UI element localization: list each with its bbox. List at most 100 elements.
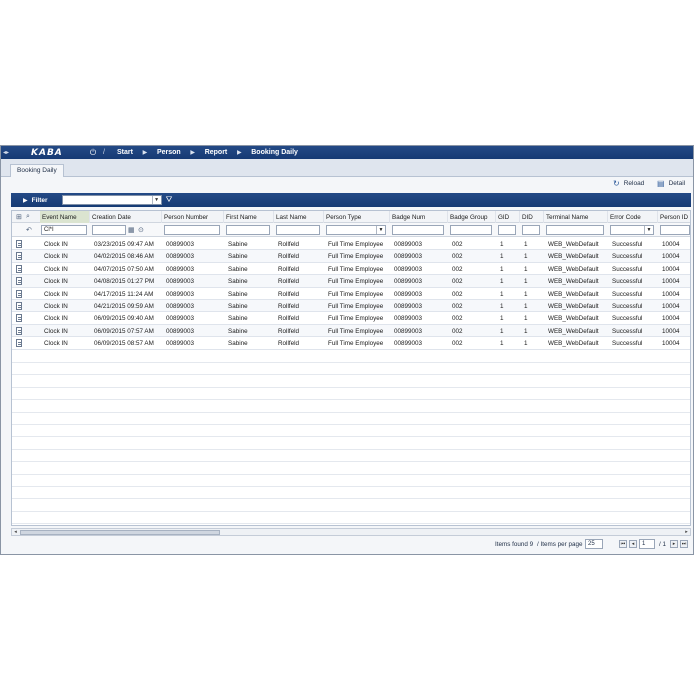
page-input[interactable]: 1 <box>639 539 655 549</box>
person-id-filter-input[interactable] <box>660 225 690 235</box>
cell-last-name: Rollfeld <box>278 302 299 310</box>
breadcrumb-person[interactable]: Person <box>149 149 189 156</box>
cell-error-code: Successful <box>612 241 643 248</box>
table-row[interactable]: Clock IN 04/08/2015 01:27 PM 00899003 Sabin… <box>12 275 690 288</box>
collapse-icon[interactable]: ◂▸ <box>1 149 9 156</box>
col-creation-date[interactable]: Creation Date <box>90 211 162 223</box>
creation-date-filter-input[interactable] <box>92 225 126 235</box>
table-row[interactable]: Clock IN 03/23/2015 09:47 AM 00899003 Sabin… <box>12 238 690 251</box>
column-chooser-icon[interactable]: ⊞ <box>16 213 22 221</box>
col-person-number[interactable]: Person Number <box>162 211 224 223</box>
scroll-right-icon[interactable]: ▸ <box>683 529 690 535</box>
document-icon[interactable] <box>16 264 22 273</box>
col-terminal-name[interactable]: Terminal Name <box>544 211 608 223</box>
person-type-filter-select[interactable]: ▼ <box>326 225 386 235</box>
document-icon[interactable] <box>16 301 22 310</box>
horizontal-scrollbar[interactable]: ◂ ▸ <box>11 528 691 536</box>
document-icon[interactable] <box>16 326 22 335</box>
breadcrumb-report[interactable]: Report <box>197 149 236 156</box>
reload-button[interactable]: ↻ Reload <box>613 179 644 188</box>
chevron-down-icon[interactable]: ▼ <box>151 196 161 204</box>
document-icon[interactable] <box>16 289 22 298</box>
cell-last-name: Rollfeld <box>278 265 299 273</box>
calendar-icon[interactable]: ▦ <box>128 226 135 234</box>
document-icon[interactable] <box>16 339 22 348</box>
col-gid[interactable]: GID <box>496 211 520 223</box>
table-row[interactable]: Clock IN 06/09/2015 07:57 AM 00899003 Sabin… <box>12 324 690 338</box>
cell-gid: 1 <box>500 290 504 298</box>
items-per-page-input[interactable]: 25 <box>585 539 603 549</box>
document-icon[interactable] <box>16 252 22 261</box>
did-filter-input[interactable] <box>522 225 540 235</box>
document-icon[interactable] <box>16 314 22 323</box>
person-number-filter-input[interactable] <box>164 225 220 235</box>
table-row[interactable]: Clock IN 04/17/2015 11:24 AM 00899003 Sabin… <box>12 288 690 300</box>
cell-event-name: Clock IN <box>44 253 68 261</box>
table-row[interactable]: Clock IN 06/09/2015 08:57 AM 00899003 Sabin… <box>12 337 690 350</box>
cell-badge-num: 00899003 <box>394 241 423 248</box>
event-name-filter-input[interactable]: Cl*I <box>41 225 87 235</box>
badge-num-filter-input[interactable] <box>392 225 444 235</box>
cell-gid: 1 <box>500 265 504 273</box>
prev-page-icon[interactable]: ◂ <box>629 540 637 548</box>
grid-filter-row: ↶ Cl*I ▦ ⊙ ▼ ▼ <box>12 223 690 237</box>
first-name-filter-input[interactable] <box>226 225 270 235</box>
document-icon[interactable] <box>16 277 22 286</box>
cell-event-name: Clock IN <box>44 315 68 323</box>
items-per-page-label: / Items per page <box>537 541 583 548</box>
total-pages: / 1 <box>659 540 667 548</box>
cell-person-type: Full Time Employee <box>328 265 384 273</box>
empty-row-line <box>12 411 690 413</box>
expand-filter-icon[interactable]: ▶ <box>23 197 28 204</box>
last-page-icon[interactable]: ⏭ <box>680 540 689 548</box>
tab-booking-daily[interactable]: Booking Daily <box>10 164 64 177</box>
cell-first-name: Sabine <box>228 265 248 273</box>
table-row[interactable]: Clock IN 04/07/2015 07:50 AM 00899003 Sabin… <box>12 263 690 276</box>
detail-button[interactable]: ▤ Detail <box>657 179 685 188</box>
reset-filter-icon[interactable]: ↶ <box>26 226 32 234</box>
cell-did: 1 <box>524 302 528 310</box>
next-page-icon[interactable]: ▸ <box>670 540 679 548</box>
col-badge-group[interactable]: Badge Group <box>448 211 496 223</box>
col-person-id[interactable]: Person ID <box>658 211 690 223</box>
cell-first-name: Sabine <box>228 327 248 335</box>
cell-badge-num: 00899003 <box>394 265 423 273</box>
filter-label[interactable]: Filter <box>32 197 62 204</box>
date-operator-icon[interactable]: ⊙ <box>138 226 144 234</box>
col-person-type[interactable]: Person Type <box>324 211 390 223</box>
document-icon[interactable] <box>16 240 22 248</box>
funnel-icon[interactable]: ⛛ <box>166 195 173 205</box>
empty-row-line <box>12 386 690 388</box>
breadcrumb-start[interactable]: Start <box>109 149 141 156</box>
col-error-code[interactable]: Error Code <box>608 211 658 223</box>
col-badge-num[interactable]: Badge Num <box>390 211 448 223</box>
filter-select[interactable]: ▼ <box>61 195 162 205</box>
cell-person-number: 00899003 <box>166 278 195 286</box>
breadcrumb-booking-daily[interactable]: Booking Daily <box>243 149 306 156</box>
error-code-filter-select[interactable]: ▼ <box>610 225 654 235</box>
scroll-left-icon[interactable]: ◂ <box>12 529 19 535</box>
col-last-name[interactable]: Last Name <box>274 211 324 223</box>
first-page-icon[interactable]: ⏮ <box>619 540 627 548</box>
cell-first-name: Sabine <box>228 315 248 323</box>
chevron-down-icon[interactable]: ▼ <box>376 226 385 234</box>
gid-filter-input[interactable] <box>498 225 516 235</box>
cell-event-name: Clock IN <box>44 241 68 248</box>
chevron-down-icon[interactable]: ▼ <box>644 226 653 234</box>
badge-group-filter-input[interactable] <box>450 225 492 235</box>
col-first-name[interactable]: First Name <box>224 211 274 223</box>
cell-creation-date: 06/09/2015 07:57 AM <box>94 327 154 335</box>
power-icon[interactable]: ⏻ <box>87 148 99 158</box>
cell-error-code: Successful <box>612 278 643 286</box>
terminal-name-filter-input[interactable] <box>546 225 604 235</box>
top-nav-bar: ◂▸ KABA ⏻ / Start ▶ Person ▶ Report ▶ Bo… <box>1 146 693 159</box>
last-name-filter-input[interactable] <box>276 225 320 235</box>
table-row[interactable]: Clock IN 06/09/2015 09:40 AM 00899003 Sabin… <box>12 312 690 325</box>
col-did[interactable]: DID <box>520 211 544 223</box>
col-event-name[interactable]: Event Name <box>40 211 90 223</box>
scrollbar-thumb[interactable] <box>20 530 220 535</box>
table-row[interactable]: Clock IN 04/21/2015 09:59 AM 00899003 Sabin… <box>12 299 690 313</box>
search-icon[interactable]: ⌕ <box>26 213 30 221</box>
grid-body: Clock IN 03/23/2015 09:47 AM 00899003 Sabin… <box>12 238 690 350</box>
table-row[interactable]: Clock IN 04/02/2015 08:46 AM 00899003 Sabin… <box>12 250 690 263</box>
